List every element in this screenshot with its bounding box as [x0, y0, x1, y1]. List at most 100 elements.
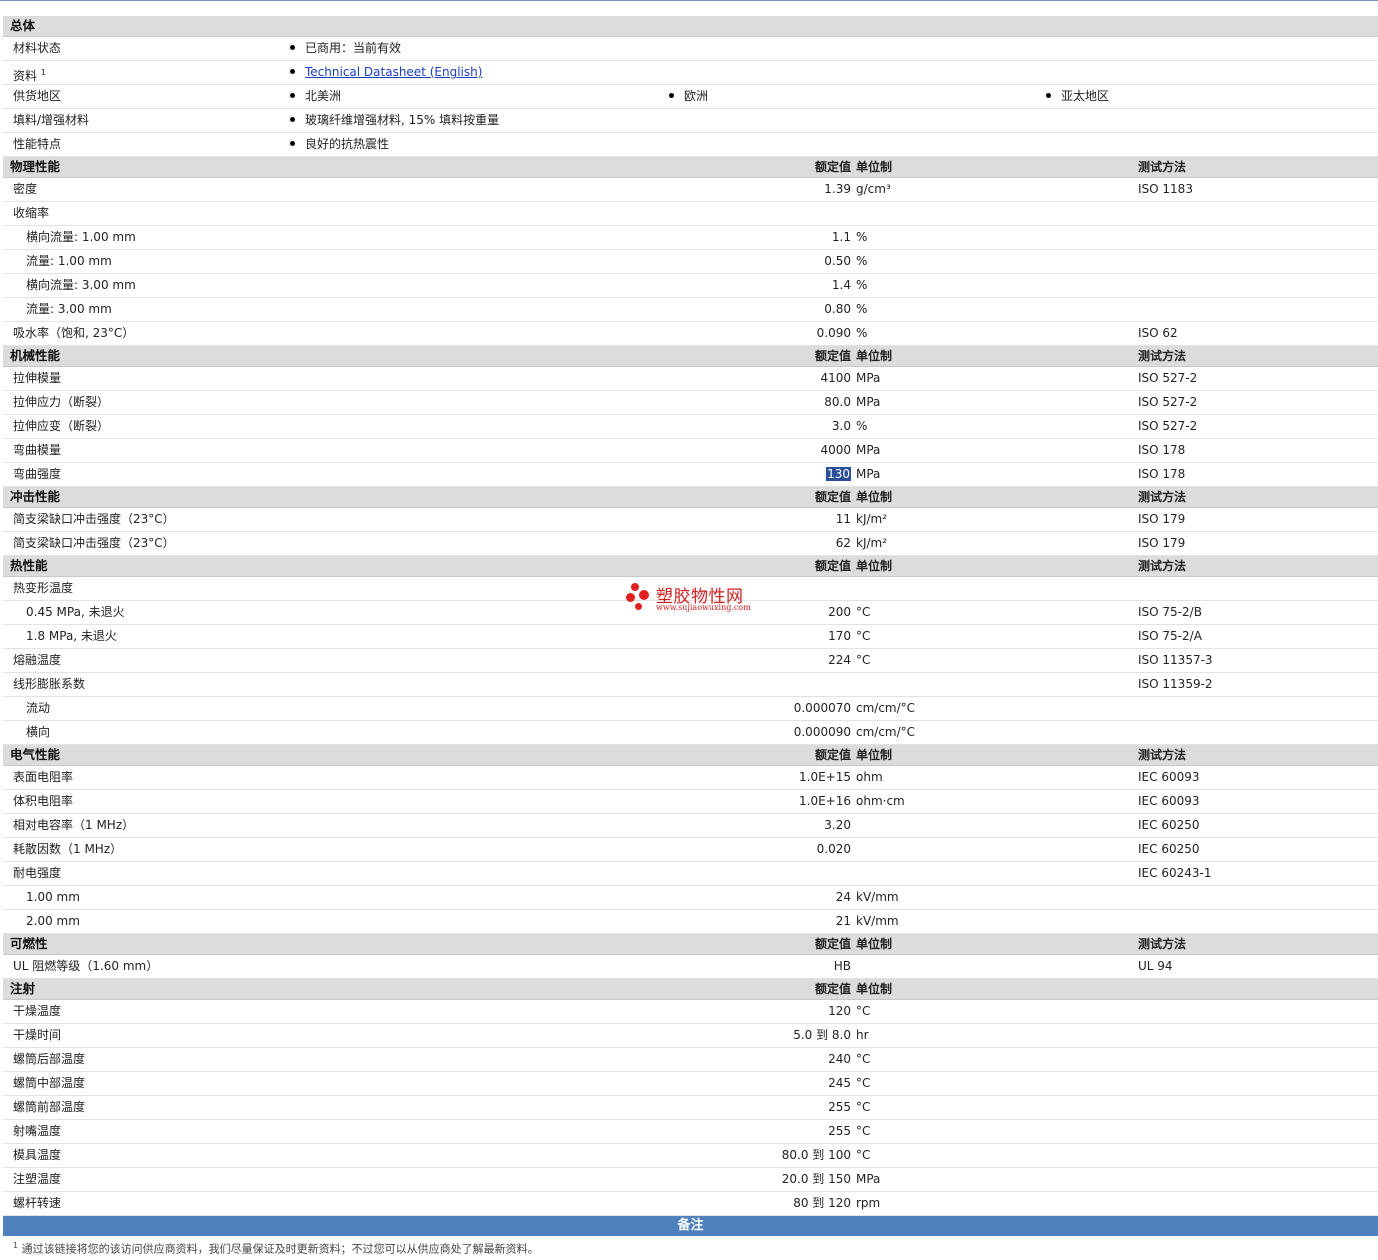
property-value: 130	[826, 463, 851, 486]
property-row: 注塑温度 20.0 到 150 MPa	[3, 1168, 1378, 1192]
column-header-value: 额定值	[814, 160, 851, 174]
column-header-method: 测试方法	[1138, 559, 1187, 573]
general-row: 供货地区 北美洲 欧洲 亚太地区	[3, 85, 1378, 109]
test-method: ISO 75-2/A	[1138, 629, 1202, 643]
property-name: 螺筒中部温度	[13, 1076, 86, 1090]
property-label: 供货地区	[13, 89, 62, 103]
property-name: 拉伸应力（断裂）	[13, 395, 110, 409]
property-name: 密度	[13, 182, 38, 196]
notes-header: 备注	[3, 1216, 1378, 1236]
property-name: 相对电容率（1 MHz）	[13, 818, 135, 832]
property-name: 流动	[26, 701, 51, 715]
property-value: 0.020	[817, 838, 851, 861]
property-unit: °C	[856, 1148, 871, 1162]
watermark: 塑胶物性网 www.sujiaowuxing.com	[626, 580, 766, 616]
test-method: IEC 60250	[1138, 842, 1200, 856]
property-value: 4000	[820, 439, 851, 462]
value-text: 4100	[820, 371, 851, 385]
bullet-text: 欧洲	[684, 89, 709, 103]
section-header: 物理性能 额定值 单位制 测试方法	[3, 157, 1378, 178]
section-header: 冲击性能 额定值 单位制 测试方法	[3, 487, 1378, 508]
property-value: 1.1	[832, 226, 851, 249]
section-title: 总体	[10, 18, 36, 33]
property-name: 干燥温度	[13, 1004, 62, 1018]
property-value: 1.4	[832, 274, 851, 297]
value-text: 255	[828, 1100, 851, 1114]
value-text: 200	[828, 605, 851, 619]
property-row: 横向流量: 3.00 mm 1.4%	[3, 274, 1378, 298]
property-row: 1.8 MPa, 未退火 170 °C ISO 75-2/A	[3, 625, 1378, 649]
value-text: 80.0 到 100	[781, 1148, 851, 1162]
property-unit: %	[856, 254, 868, 268]
value-text: 62	[835, 536, 851, 550]
property-row: 流量: 1.00 mm 0.50%	[3, 250, 1378, 274]
section-header: 可燃性 额定值 单位制 测试方法	[3, 934, 1378, 955]
property-row: 拉伸应力（断裂） 80.0 MPa ISO 527-2	[3, 391, 1378, 415]
section-title: 热性能	[10, 558, 48, 573]
property-name: 螺杆转速	[13, 1196, 62, 1210]
section-header: 热性能 额定值 单位制 测试方法	[3, 556, 1378, 577]
test-method: ISO 179	[1138, 512, 1186, 526]
property-row: 线形膨胀系数 ISO 11359-2	[3, 673, 1378, 697]
property-unit: °C	[856, 1004, 871, 1018]
property-name: 收缩率	[13, 206, 50, 220]
bullet-text: 北美洲	[305, 89, 342, 103]
bullet-icon	[290, 141, 295, 146]
bullet-item: 欧洲	[669, 85, 708, 108]
property-unit: MPa	[856, 371, 881, 385]
property-name: 性能特点	[13, 133, 61, 156]
column-header-method: 测试方法	[1138, 937, 1187, 951]
test-method: ISO 178	[1138, 443, 1186, 457]
bullet-item: 北美洲	[290, 85, 341, 108]
property-row: 弯曲模量 4000 MPa ISO 178	[3, 439, 1378, 463]
footnote-ref: 1	[40, 68, 46, 77]
value-text: 1.39	[824, 182, 851, 196]
property-name: 热变形温度	[13, 581, 74, 595]
property-name: 注塑温度	[13, 1172, 62, 1186]
footnote-mark: 1	[13, 1241, 19, 1250]
property-value: 24	[836, 886, 851, 909]
test-method: UL 94	[1138, 959, 1173, 973]
property-row: 密度 1.39 g/cm³ ISO 1183	[3, 178, 1378, 202]
datasheet-link[interactable]: Technical Datasheet (English)	[305, 65, 482, 79]
property-row: 流动 0.000070 cm/cm/°C	[3, 697, 1378, 721]
property-row: 拉伸应变（断裂） 3.0% ISO 527-2	[3, 415, 1378, 439]
property-value: 240	[828, 1048, 851, 1071]
property-row: 干燥温度 120 °C	[3, 1000, 1378, 1024]
property-unit: %	[856, 230, 868, 244]
bullet-icon	[1046, 93, 1051, 98]
property-name: 熔融温度	[13, 653, 62, 667]
value-text: 1.0E+16	[799, 794, 851, 808]
property-row: UL 阻燃等级（1.60 mm） HB UL 94	[3, 955, 1378, 979]
bullet-text: 玻璃纤维增强材料, 15% 填料按重量	[305, 113, 500, 127]
column-header-unit: 单位制	[856, 559, 893, 573]
property-row: 螺筒中部温度 245 °C	[3, 1072, 1378, 1096]
bullet-item[interactable]: Technical Datasheet (English)	[290, 61, 482, 84]
datasheet-table: 总体 材料状态 已商用：当前有效 资料 1 Technical Datasheet (E…	[3, 16, 1378, 1256]
value-text: 0.000090	[793, 725, 851, 739]
property-name: 弯曲模量	[13, 443, 62, 457]
top-border	[0, 0, 1378, 17]
property-unit: °C	[856, 605, 871, 619]
property-value: 200	[828, 601, 851, 624]
bullet-item: 良好的抗热震性	[290, 133, 389, 156]
property-name: 简支梁缺口冲击强度（23°C）	[13, 536, 175, 550]
value-text: 5.0 到 8.0	[793, 1028, 851, 1042]
value-text: 24	[835, 890, 851, 904]
value-text: 21	[835, 914, 851, 928]
property-unit: °C	[856, 653, 871, 667]
section-title: 机械性能	[10, 348, 61, 363]
value-text: 0.80	[824, 302, 851, 316]
value-text: 0.020	[816, 842, 851, 856]
test-method: IEC 60243-1	[1138, 866, 1212, 880]
value-text: 3.0	[831, 419, 851, 433]
bullet-icon	[290, 93, 295, 98]
property-value: 1.39	[824, 178, 851, 201]
column-header-method: 测试方法	[1138, 748, 1187, 762]
property-name: UL 阻燃等级（1.60 mm）	[13, 959, 159, 973]
value-text: 224	[828, 653, 851, 667]
property-name: 干燥时间	[13, 1028, 62, 1042]
watermark-url: www.sujiaowuxing.com	[656, 603, 751, 612]
property-value: 0.000090	[794, 721, 851, 744]
property-row: 耗散因数（1 MHz） 0.020 IEC 60250	[3, 838, 1378, 862]
